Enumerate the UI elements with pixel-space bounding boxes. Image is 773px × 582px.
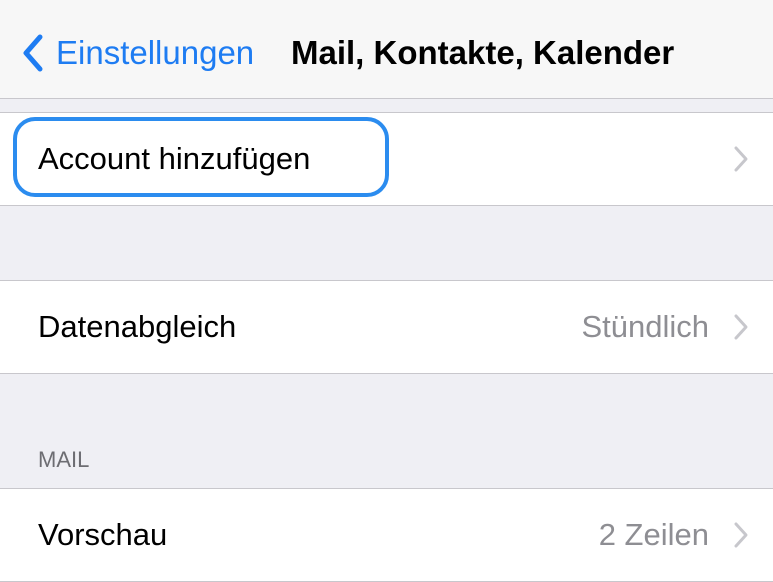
chevron-right-icon	[734, 314, 748, 340]
chevron-left-icon	[23, 34, 43, 72]
preview-label: Vorschau	[38, 517, 168, 552]
back-button[interactable]: Einstellungen	[22, 28, 254, 78]
preview-value: 2 Zeilen	[598, 517, 709, 552]
preview-row[interactable]: Vorschau 2 Zeilen	[0, 488, 773, 582]
page-title: Mail, Kontakte, Kalender	[291, 34, 675, 71]
fetch-row[interactable]: Datenabgleich Stündlich	[0, 280, 773, 374]
chevron-right-icon	[734, 146, 748, 172]
chevron-right-icon	[734, 522, 748, 548]
highlight-outline	[13, 117, 389, 197]
section-header-mail: MAIL	[38, 447, 90, 472]
fetch-label: Datenabgleich	[38, 309, 237, 344]
fetch-value: Stündlich	[581, 309, 709, 344]
navigation-bar: Einstellungen Mail, Kontakte, Kalender	[0, 0, 773, 99]
back-label: Einstellungen	[56, 34, 255, 71]
